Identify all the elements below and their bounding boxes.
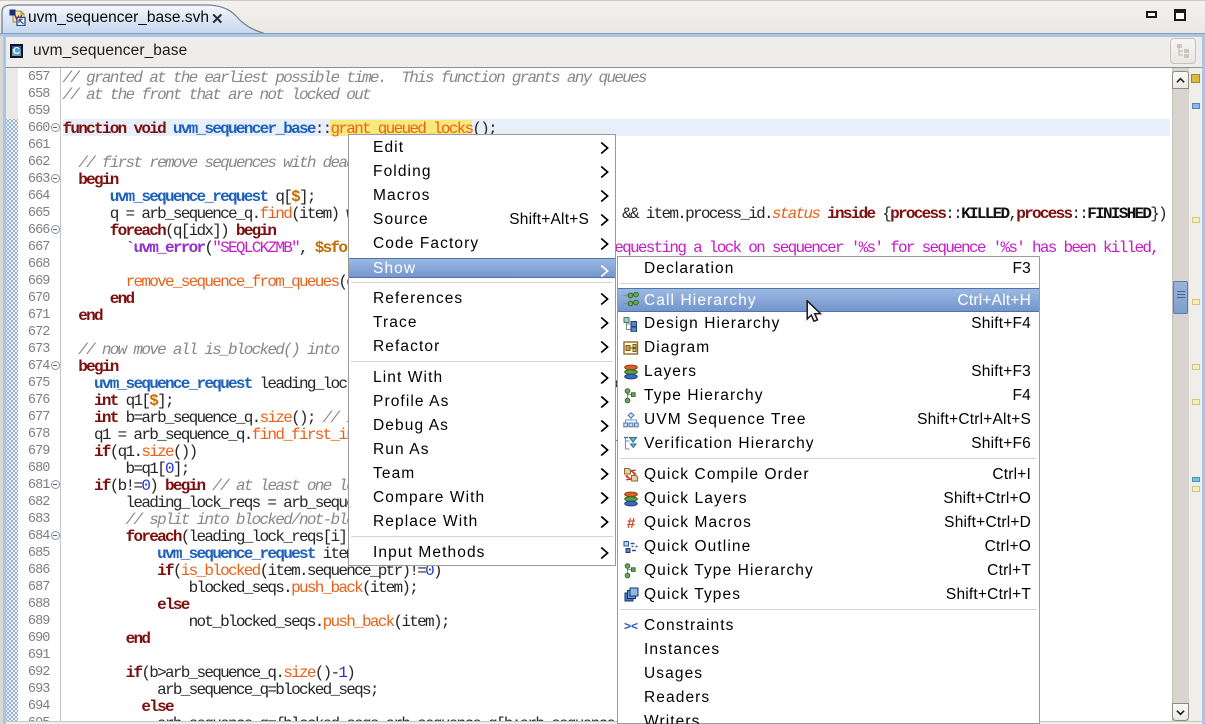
svg-text:#: # <box>627 515 636 531</box>
svg-text:><: >< <box>624 619 638 633</box>
